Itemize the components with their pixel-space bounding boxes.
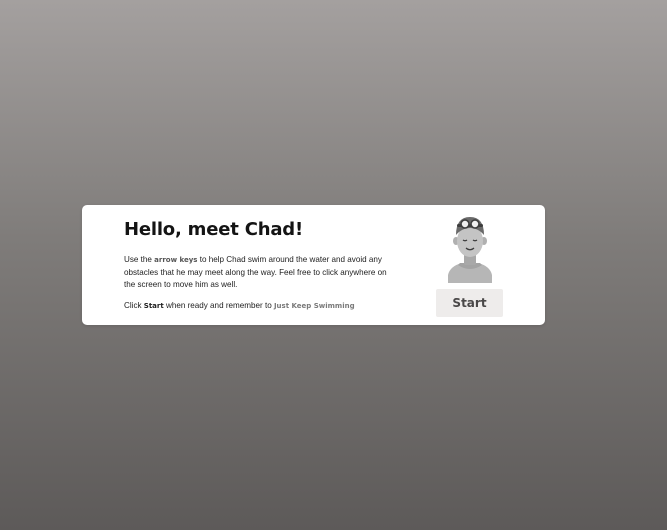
ready-text-start: Click	[124, 301, 144, 310]
dialog-title: Hello, meet Chad!	[124, 219, 303, 240]
ready-text-middle: when ready and remember to	[163, 301, 274, 310]
instructions-text-start: Use the	[124, 255, 155, 264]
intro-dialog: Hello, meet Chad! Use the arrow keys to …	[82, 205, 545, 325]
instructions-text: Use the arrow keys to help Chad swim aro…	[124, 254, 394, 292]
ready-text: Click Start when ready and remember to J…	[124, 300, 355, 312]
motto-highlight: Just Keep Swimming	[273, 302, 355, 310]
start-button[interactable]: Start	[436, 289, 503, 317]
arrow-keys-highlight: arrow keys	[154, 256, 198, 264]
swimmer-avatar-icon	[448, 217, 492, 283]
start-word-highlight: Start	[143, 302, 164, 310]
